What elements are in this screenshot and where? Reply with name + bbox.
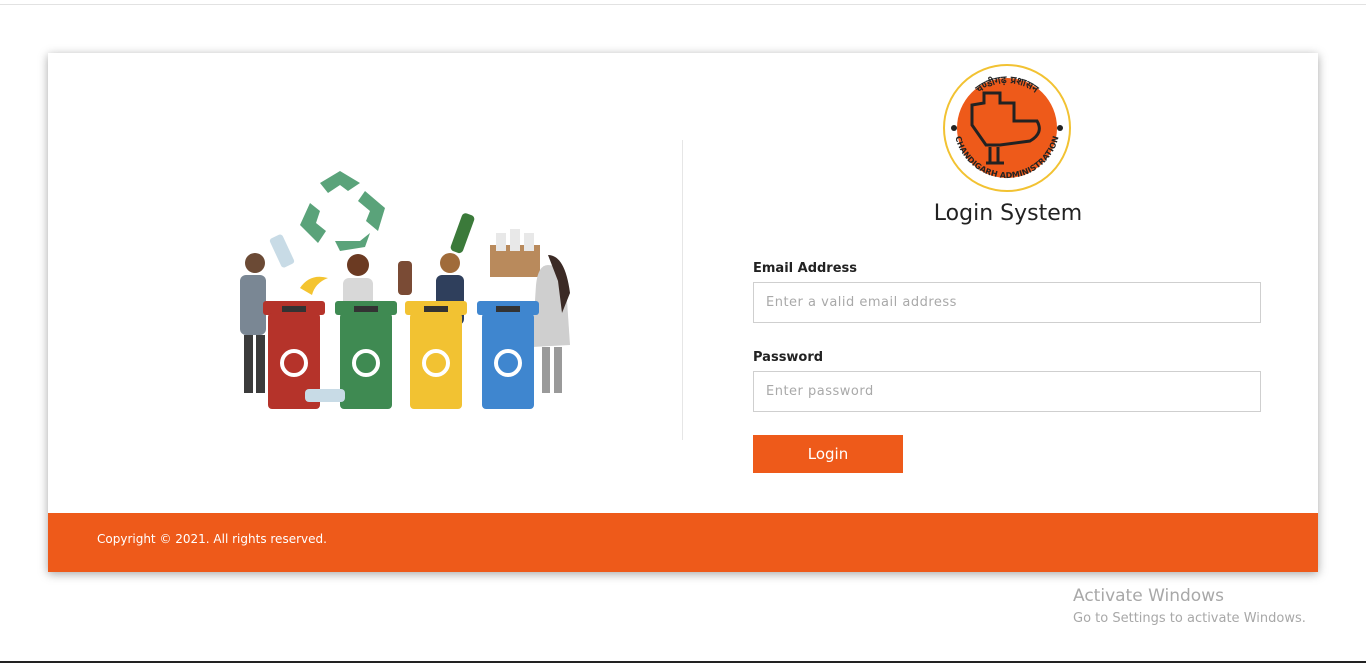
bottle-on-ground	[305, 389, 345, 402]
bottle-brown	[398, 261, 412, 295]
recycling-illustration	[240, 171, 570, 409]
watermark-line-2: Go to Settings to activate Windows.	[1073, 611, 1306, 626]
password-input[interactable]	[753, 371, 1261, 412]
copyright-text: Copyright © 2021. All rights reserved.	[97, 532, 327, 546]
page-title: Login System	[933, 201, 1083, 226]
email-input[interactable]	[753, 282, 1261, 323]
bin-yellow	[405, 301, 467, 409]
chandigarh-administration-logo: चण्डीगढ़ प्रशासन CHANDIGARH ADMINISTRATI…	[943, 64, 1071, 192]
password-label: Password	[753, 350, 824, 365]
vertical-divider	[682, 140, 683, 440]
person-right	[532, 255, 570, 393]
bin-blue	[477, 301, 539, 409]
watermark-line-1: Activate Windows	[1073, 586, 1224, 606]
recycle-symbol-icon	[300, 171, 385, 251]
top-border	[0, 4, 1366, 5]
banana	[300, 276, 328, 295]
email-label: Email Address	[753, 261, 858, 276]
activate-windows-watermark: Activate Windows Go to Settings to activ…	[1073, 586, 1306, 626]
login-card: चण्डीगढ़ प्रशासन CHANDIGARH ADMINISTRATI…	[48, 53, 1318, 572]
footer: Copyright © 2021. All rights reserved.	[48, 513, 1318, 572]
login-button[interactable]: Login	[753, 435, 903, 473]
box-with-rolls	[490, 229, 540, 277]
